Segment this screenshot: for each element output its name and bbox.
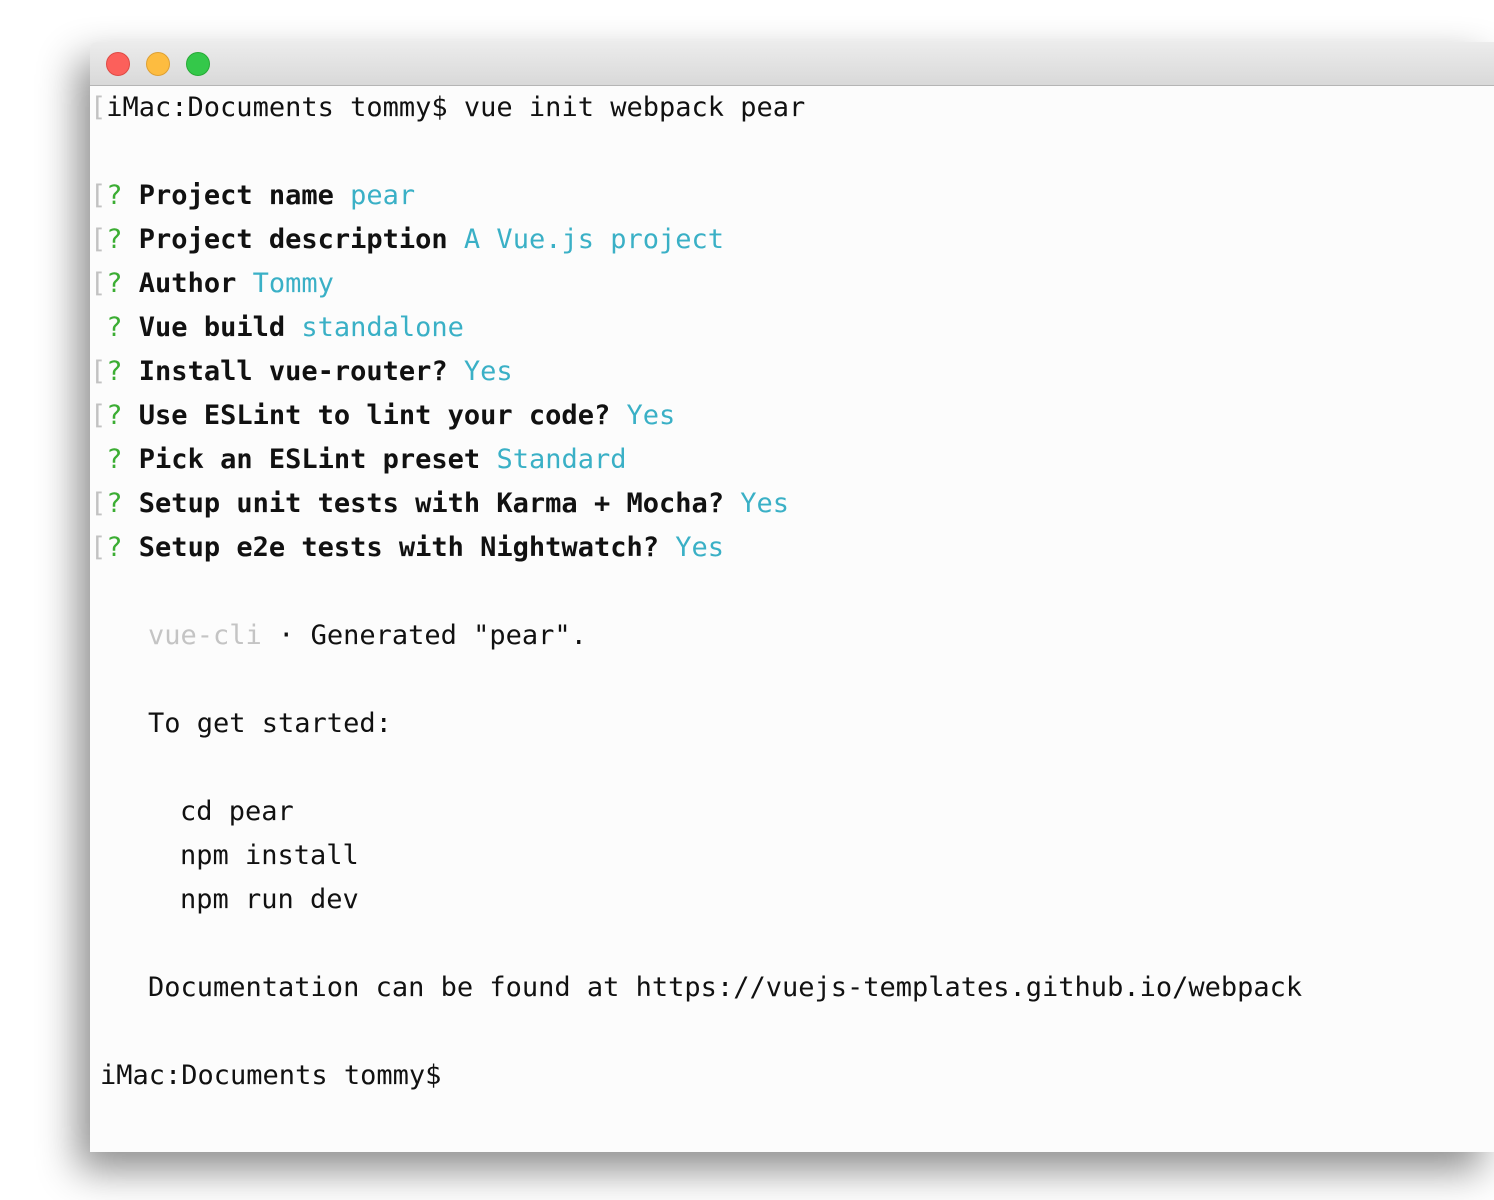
question-answer: Yes	[675, 532, 725, 563]
question-label: Pick an ESLint preset	[138, 444, 481, 475]
command-hint: npm install	[180, 840, 359, 871]
title-bar[interactable]	[90, 42, 1494, 86]
question-answer: Standard	[496, 444, 627, 475]
question-mark: ?	[106, 444, 123, 475]
zoom-window-button[interactable]	[186, 52, 210, 76]
line-bracket: [	[90, 356, 107, 387]
question-mark: ?	[106, 400, 123, 431]
question-mark: ?	[106, 532, 123, 563]
question-mark: ?	[106, 180, 123, 211]
question-line: [? Setup e2e tests with Nightwatch? Yes	[90, 526, 724, 570]
separator-dot: ·	[278, 620, 295, 651]
question-line: [? Setup unit tests with Karma + Mocha? …	[90, 482, 789, 526]
command-line: [iMac:Documents tommy$ vue init webpack …	[90, 86, 805, 130]
question-line: [? Project name pear	[90, 174, 415, 218]
get-started-heading: To get started:	[148, 708, 392, 739]
question-mark: ?	[106, 312, 123, 343]
question-label: Setup e2e tests with Nightwatch?	[138, 532, 659, 563]
question-mark: ?	[106, 224, 123, 255]
documentation-line: Documentation can be found at https://vu…	[148, 972, 1303, 1003]
question-label: Use ESLint to lint your code?	[138, 400, 611, 431]
question-answer: A Vue.js project	[463, 224, 725, 255]
final-prompt: iMac:Documents tommy$	[100, 1060, 442, 1091]
question-mark: ?	[106, 356, 123, 387]
question-label: Vue build	[138, 312, 286, 343]
line-bracket: [	[90, 224, 107, 255]
question-line: [? Author Tommy	[90, 262, 334, 306]
minimize-window-button[interactable]	[146, 52, 170, 76]
question-answer: Yes	[740, 488, 790, 519]
generated-message: Generated "pear".	[310, 620, 587, 651]
question-label: Setup unit tests with Karma + Mocha?	[138, 488, 724, 519]
question-label: Author	[138, 268, 237, 299]
line-bracket: [	[90, 180, 107, 211]
line-bracket: [	[90, 488, 107, 519]
question-answer: Yes	[463, 356, 513, 387]
question-mark: ?	[106, 488, 123, 519]
question-label: Install vue-router?	[138, 356, 448, 387]
question-answer: standalone	[301, 312, 464, 343]
question-mark: ?	[106, 268, 123, 299]
line-bracket: [	[90, 532, 107, 563]
question-answer: Tommy	[252, 268, 334, 299]
terminal-output[interactable]: [iMac:Documents tommy$ vue init webpack …	[90, 86, 1494, 1152]
question-line: [? Project description A Vue.js project	[90, 218, 724, 262]
question-answer: pear	[350, 180, 416, 211]
terminal-window: [iMac:Documents tommy$ vue init webpack …	[90, 42, 1494, 1152]
prompt: iMac:Documents tommy$	[106, 92, 448, 123]
generated-line: vue-cli · Generated "pear".	[148, 614, 587, 658]
command-hint: cd pear	[180, 796, 294, 827]
question-label: Project name	[138, 180, 334, 211]
command: vue init webpack pear	[463, 92, 806, 123]
generator-name: vue-cli	[148, 620, 262, 651]
question-line: [? Use ESLint to lint your code? Yes	[90, 394, 675, 438]
line-bracket: [	[90, 400, 107, 431]
line-bracket: [	[90, 92, 107, 123]
question-answer: Yes	[626, 400, 676, 431]
command-hint: npm run dev	[180, 884, 359, 915]
question-line: [? Vue build standalone	[90, 306, 464, 350]
line-bracket: [	[90, 268, 107, 299]
close-window-button[interactable]	[106, 52, 130, 76]
question-line: [? Install vue-router? Yes	[90, 350, 513, 394]
question-line: [? Pick an ESLint preset Standard	[90, 438, 626, 482]
question-label: Project description	[138, 224, 448, 255]
